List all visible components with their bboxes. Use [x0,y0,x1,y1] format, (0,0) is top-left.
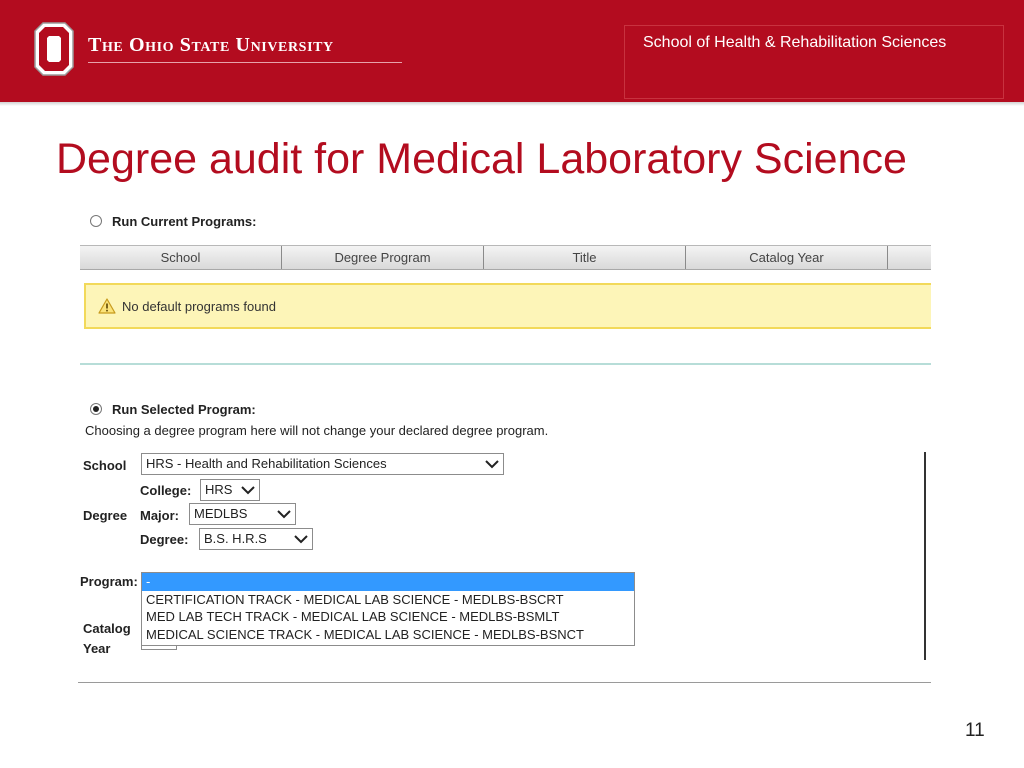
form-right-border [924,452,926,660]
degree-select[interactable]: B.S. H.R.S [199,528,313,550]
catalog-label: Catalog [83,621,131,636]
degree-select-value: B.S. H.R.S [204,531,267,546]
chevron-down-icon [241,486,255,495]
university-name-underline [88,62,402,63]
run-selected-program-label: Run Selected Program: [112,402,256,417]
run-selected-program-radio[interactable] [90,403,102,415]
school-box: School of Health & Rehabilitation Scienc… [624,25,1004,99]
section-divider [80,363,931,365]
school-label: School [83,458,127,473]
school-select-value: HRS - Health and Rehabilitation Sciences [146,456,387,471]
university-name: The Ohio State University [88,34,334,56]
column-header-degree-program[interactable]: Degree Program [282,246,484,269]
column-header-extra[interactable] [888,246,929,269]
banner-shadow [0,102,1024,106]
page-number: 11 [965,720,985,741]
warning-triangle-icon [98,298,116,314]
programs-grid-header: School Degree Program Title Catalog Year [80,245,931,270]
degree-label: Degree: [140,532,189,547]
column-header-title[interactable]: Title [484,246,686,269]
chevron-down-icon [294,535,308,544]
column-header-catalog-year[interactable]: Catalog Year [686,246,888,269]
form-bottom-rule [78,682,931,683]
program-label: Program: [80,574,138,589]
major-select-value: MEDLBS [194,506,248,521]
header-banner: The Ohio State University School of Heal… [0,0,1024,102]
program-listbox[interactable]: - CERTIFICATION TRACK - MEDICAL LAB SCIE… [141,572,635,646]
program-option[interactable]: CERTIFICATION TRACK - MEDICAL LAB SCIENC… [142,591,634,609]
program-option[interactable]: MED LAB TECH TRACK - MEDICAL LAB SCIENCE… [142,608,634,626]
warning-text: No default programs found [122,299,276,314]
program-option[interactable]: - [142,573,634,591]
selection-note: Choosing a degree program here will not … [85,423,549,438]
chevron-down-icon [277,510,291,519]
year-label: Year [83,641,111,656]
school-name: School of Health & Rehabilitation Scienc… [643,34,947,51]
no-programs-warning: No default programs found [84,283,931,329]
block-o-logo-icon [34,22,74,76]
major-select[interactable]: MEDLBS [189,503,296,525]
slide-title: Degree audit for Medical Laboratory Scie… [56,135,907,183]
college-select-value: HRS [205,482,233,497]
college-select[interactable]: HRS [200,479,260,501]
column-header-school[interactable]: School [80,246,282,269]
run-current-programs-label: Run Current Programs: [112,214,257,229]
chevron-down-icon [485,460,499,469]
program-option[interactable]: MEDICAL SCIENCE TRACK - MEDICAL LAB SCIE… [142,626,634,644]
major-label: Major: [140,508,179,523]
college-label: College: [140,483,192,498]
degree-group-label: Degree [83,508,128,523]
run-current-programs-radio[interactable] [90,215,102,227]
school-select[interactable]: HRS - Health and Rehabilitation Sciences [141,453,504,475]
